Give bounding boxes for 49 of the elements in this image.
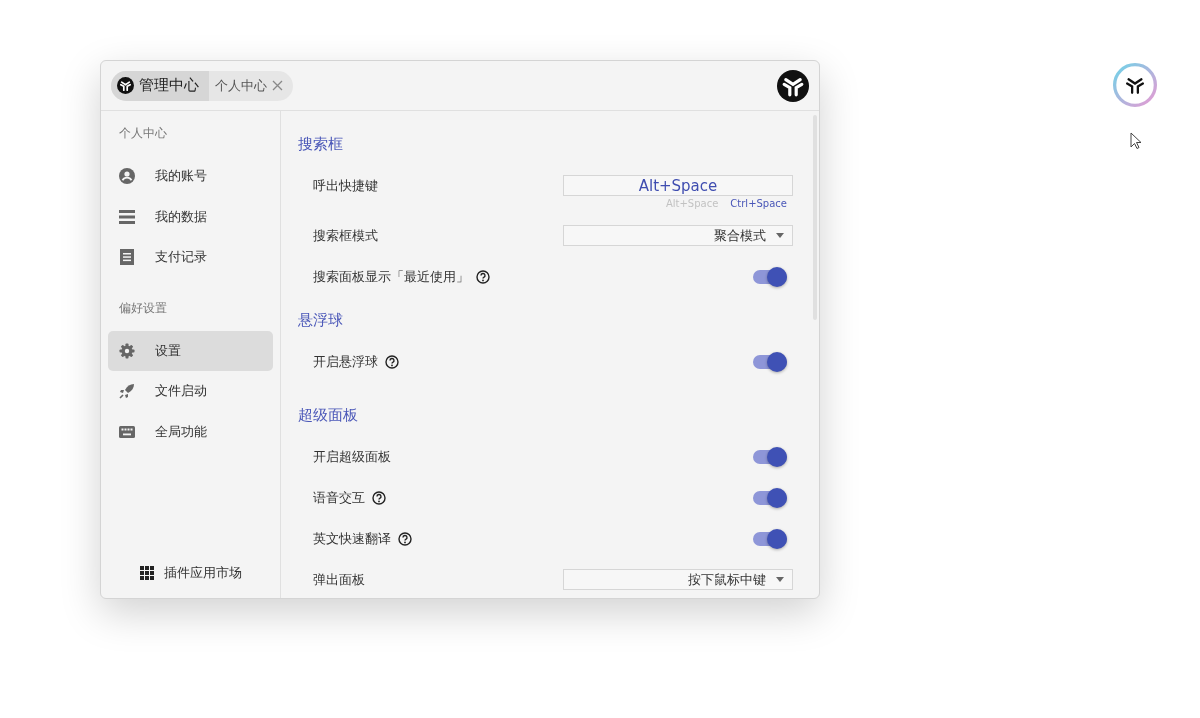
logo-icon xyxy=(777,69,809,102)
setting-label: 开启悬浮球 xyxy=(313,352,378,371)
help-icon[interactable] xyxy=(476,269,490,284)
keyboard-icon xyxy=(119,425,135,438)
section-title: 悬浮球 xyxy=(298,309,344,331)
market-link[interactable]: 插件应用市场 xyxy=(108,564,273,588)
tab[interactable]: 管理中心 xyxy=(111,70,209,101)
tab[interactable]: 个人中心 xyxy=(209,70,293,101)
setting-label: 英文快速翻译 xyxy=(313,529,391,548)
group-title: 个人中心 xyxy=(118,125,168,142)
help-icon[interactable] xyxy=(372,490,386,505)
shortcut-option[interactable]: Ctrl+Space xyxy=(730,198,787,209)
sidebar-item[interactable]: 支付记录 xyxy=(108,237,273,277)
floating-ball-icon xyxy=(1113,63,1157,107)
toggle-switch[interactable] xyxy=(753,269,787,284)
settings-icon xyxy=(119,342,135,359)
sidebar-item[interactable]: 我的数据 xyxy=(108,196,273,237)
dropdown-field[interactable]: 聚合模式 xyxy=(563,225,793,246)
list-icon xyxy=(119,209,135,224)
toggle-switch[interactable] xyxy=(753,354,787,369)
group-title: 偏好设置 xyxy=(118,299,168,317)
help-icon[interactable] xyxy=(398,531,412,546)
shortcut-field[interactable]: Alt+Space xyxy=(563,175,793,196)
grid-icon xyxy=(139,566,154,580)
setting-label: 呼出快捷键 xyxy=(313,176,378,195)
dropdown-field[interactable]: 按下鼠标中键 xyxy=(563,569,793,590)
caret-icon xyxy=(776,233,784,238)
document-icon xyxy=(119,249,135,265)
setting-label: 弹出面板 xyxy=(313,570,365,589)
toggle-switch[interactable] xyxy=(753,531,787,546)
setting-label: 开启超级面板 xyxy=(313,447,391,466)
section-title: 搜索框 xyxy=(298,133,344,155)
cursor-icon xyxy=(1130,132,1142,150)
sidebar-item[interactable]: 我的账号 xyxy=(108,156,273,196)
account-icon xyxy=(119,168,135,184)
section-title: 超级面板 xyxy=(298,404,359,426)
toggle-switch[interactable] xyxy=(753,449,787,464)
rocket-icon xyxy=(119,383,135,399)
logo-icon xyxy=(117,77,134,94)
sidebar-item[interactable]: 文件启动 xyxy=(108,371,273,411)
sidebar-item[interactable]: 全局功能 xyxy=(108,411,273,452)
setting-label: 搜索框模式 xyxy=(313,226,378,245)
setting-label: 搜索面板显示「最近使用」 xyxy=(313,267,469,286)
setting-label: 语音交互 xyxy=(313,488,365,507)
caret-icon xyxy=(776,577,784,582)
help-icon[interactable] xyxy=(385,354,399,369)
sidebar-item[interactable]: 设置 xyxy=(108,330,273,371)
toggle-switch[interactable] xyxy=(753,490,787,505)
close-icon[interactable] xyxy=(272,80,283,91)
